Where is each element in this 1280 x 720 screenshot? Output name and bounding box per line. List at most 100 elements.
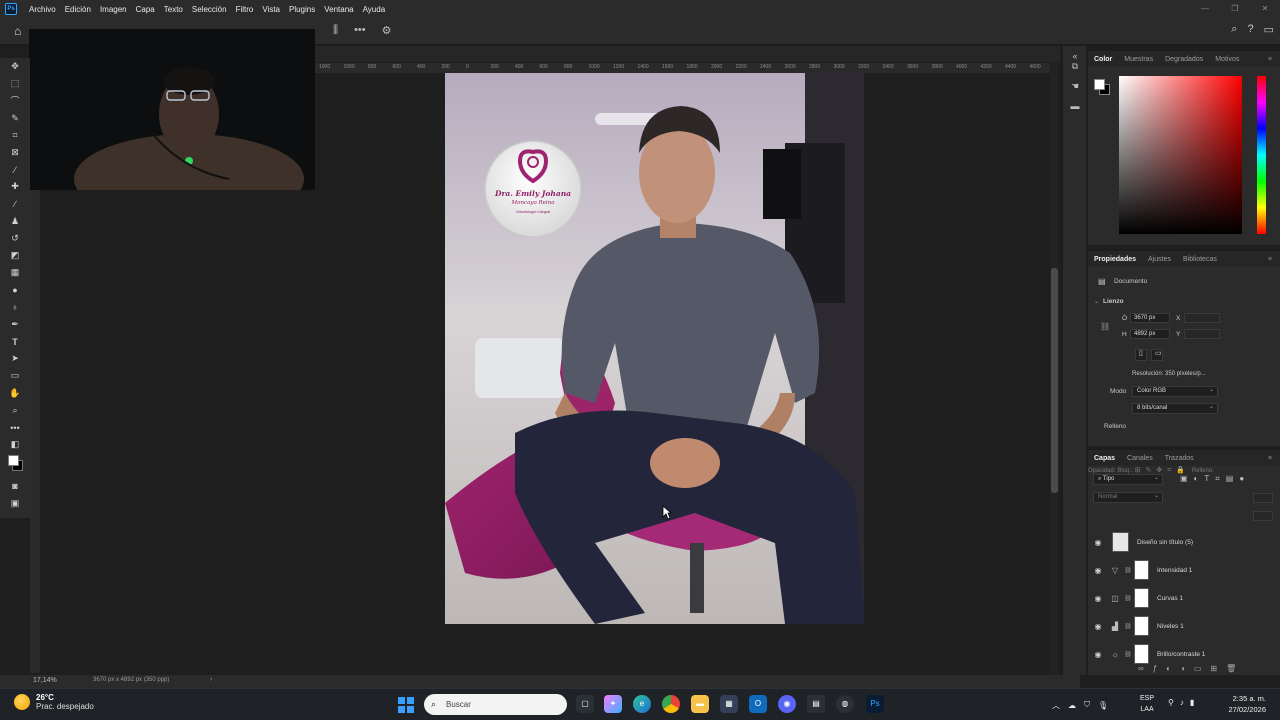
help-icon[interactable]: ? [1247, 23, 1253, 36]
panel-menu-icon[interactable]: ≡ [1268, 455, 1272, 462]
color-foreground-swatch[interactable] [1094, 79, 1105, 90]
color-mode-dropdown[interactable]: Color RGB [1132, 386, 1218, 397]
eyedropper-tool-icon[interactable]: ⁄ [6, 161, 24, 178]
crop-tool-icon[interactable]: ⌗ [6, 127, 24, 144]
brush-tool-icon[interactable]: ∕ [6, 196, 24, 213]
vertical-scrollbar[interactable] [1050, 63, 1059, 675]
eye-icon[interactable]: ◉ [1088, 650, 1108, 659]
link-dimensions-icon[interactable]: ⛓ [1100, 322, 1110, 331]
blend-mode-dropdown[interactable]: Normal [1093, 492, 1163, 503]
layer-mask-thumbnail[interactable] [1134, 560, 1149, 580]
layer-row[interactable]: ◉ ▟ ⛓ Niveles 1 [1088, 612, 1280, 640]
rectangle-tool-icon[interactable]: ▭ [6, 367, 24, 384]
screen-mode-icon[interactable]: ▣ [6, 495, 24, 512]
security-icon[interactable]: ⛉ [1084, 700, 1090, 710]
menu-texto[interactable]: Texto [160, 5, 188, 14]
width-field[interactable]: 3670 px [1130, 313, 1170, 323]
opacity-field[interactable] [1253, 493, 1273, 503]
layer-filter-icons[interactable]: ▣◐T⌗▤● [1180, 474, 1250, 484]
eye-icon[interactable]: ◉ [1088, 538, 1108, 547]
file-explorer-icon[interactable]: ▬ [691, 695, 709, 713]
quick-mask-icon[interactable]: ◙ [6, 477, 24, 494]
minimize-icon[interactable]: — [1190, 0, 1220, 18]
bit-depth-dropdown[interactable]: 8 bits/canal [1132, 403, 1218, 414]
layer-mask-thumbnail[interactable] [1134, 616, 1149, 636]
workspace-icon[interactable]: ▭ [1264, 23, 1274, 36]
more-options-icon[interactable]: ••• [354, 24, 366, 37]
vertical-scroll-thumb[interactable] [1051, 268, 1058, 493]
menu-filtro[interactable]: Filtro [232, 5, 259, 14]
distribute-icon[interactable]: ⫼ [333, 24, 338, 37]
layer-mask-thumbnail[interactable] [1134, 588, 1149, 608]
edge-icon[interactable]: e [633, 695, 651, 713]
hand-tool-icon[interactable]: ✋ [6, 385, 24, 402]
calculator-icon[interactable]: ▤ [807, 695, 825, 713]
gradient-tool-icon[interactable]: ▦ [6, 264, 24, 281]
menu-ventana[interactable]: Ventana [320, 5, 358, 14]
height-field[interactable]: 4892 px [1130, 329, 1170, 339]
layer-name[interactable]: Curvas 1 [1157, 595, 1183, 602]
windows-start-icon[interactable] [398, 697, 414, 713]
clone-stamp-tool-icon[interactable]: ♟ [6, 213, 24, 230]
landscape-orientation-icon[interactable]: ▭ [1151, 349, 1163, 361]
x-field[interactable] [1184, 313, 1220, 323]
layer-name[interactable]: Diseño sin título (5) [1137, 539, 1193, 546]
app-icon[interactable]: ◍ [836, 695, 854, 713]
more-tools-icon[interactable]: ••• [6, 419, 24, 436]
discord-icon[interactable]: ◉ [778, 695, 796, 713]
mic-icon[interactable]: 🎙 [1098, 701, 1108, 710]
language-indicator[interactable]: ESP LAA [1140, 693, 1154, 715]
tab-color[interactable]: Color [1094, 56, 1112, 63]
layer-name[interactable]: Intensidad 1 [1157, 567, 1192, 574]
dodge-tool-icon[interactable]: ♁ [6, 299, 24, 316]
search-icon[interactable]: ⌕ [1231, 23, 1237, 36]
menu-seleccion[interactable]: Selección [188, 5, 232, 14]
move-tool-icon[interactable]: ✥ [6, 58, 24, 75]
frame-tool-icon[interactable]: ⊠ [6, 144, 24, 161]
hue-slider[interactable] [1257, 76, 1266, 234]
panel-menu-icon[interactable]: ≡ [1268, 56, 1272, 63]
tab-capas[interactable]: Capas [1094, 455, 1115, 462]
zoom-level[interactable]: 17,14% [33, 677, 57, 684]
taskbar-search[interactable]: ⌕ Buscar [424, 694, 567, 715]
menu-edicion[interactable]: Edición [61, 5, 96, 14]
blur-tool-icon[interactable]: ● [6, 281, 24, 298]
color-picker-field[interactable] [1119, 76, 1242, 234]
layer-mask-thumbnail[interactable] [1134, 644, 1149, 664]
document-canvas[interactable]: Dra. Emily Johana Moncayo Reina Odontolo… [445, 73, 864, 624]
menu-capa[interactable]: Capa [132, 5, 160, 14]
history-brush-tool-icon[interactable]: ↺ [6, 230, 24, 247]
tab-bibliotecas[interactable]: Bibliotecas [1183, 256, 1217, 263]
hand-panel-icon[interactable]: ☚ [1063, 76, 1087, 96]
gear-icon[interactable]: ⚙ [382, 24, 392, 37]
store-icon[interactable]: ▦ [720, 695, 738, 713]
weather-widget[interactable]: 26°C Prac. despejado [14, 693, 94, 711]
eye-icon[interactable]: ◉ [1088, 594, 1108, 603]
restore-icon[interactable]: ❐ [1220, 0, 1250, 18]
default-colors-icon[interactable]: ◧ [6, 436, 24, 453]
tab-degradados[interactable]: Degradados [1165, 56, 1203, 63]
network-volume-battery-icons[interactable]: ⚲♪▮ [1168, 698, 1200, 707]
close-icon[interactable]: ✕ [1250, 0, 1280, 18]
path-selection-tool-icon[interactable]: ➤ [6, 350, 24, 367]
layer-row[interactable]: ◉ ▽ ⛓ Intensidad 1 [1088, 556, 1280, 584]
foreground-color-swatch[interactable] [8, 455, 19, 467]
zoom-tool-icon[interactable]: ⌕ [6, 402, 24, 419]
chevron-down-icon[interactable]: ⌄ [1094, 298, 1099, 305]
task-view-icon[interactable]: ▢ [576, 695, 594, 713]
healing-brush-tool-icon[interactable]: ✚ [6, 178, 24, 195]
taskbar-clock[interactable]: 2:35 a. m. 27/02/2026 [1228, 693, 1266, 715]
libraries-icon[interactable]: ⧉ [1063, 56, 1087, 76]
layer-row[interactable]: ◉ Diseño sin título (5) [1088, 528, 1280, 556]
marquee-tool-icon[interactable]: ⬚ [6, 75, 24, 92]
cloud-icon[interactable]: ☁ [1068, 701, 1076, 710]
fill-field[interactable] [1253, 511, 1273, 521]
copilot-icon[interactable]: ✦ [604, 695, 622, 713]
tab-muestras[interactable]: Muestras [1124, 56, 1153, 63]
menu-ayuda[interactable]: Ayuda [359, 5, 391, 14]
panel-menu-icon[interactable]: ≡ [1268, 256, 1272, 263]
home-icon[interactable]: ⌂ [14, 24, 28, 38]
layer-name[interactable]: Brillo/contraste 1 [1157, 651, 1205, 658]
tab-trazados[interactable]: Trazados [1165, 455, 1194, 462]
tab-canales[interactable]: Canales [1127, 455, 1153, 462]
